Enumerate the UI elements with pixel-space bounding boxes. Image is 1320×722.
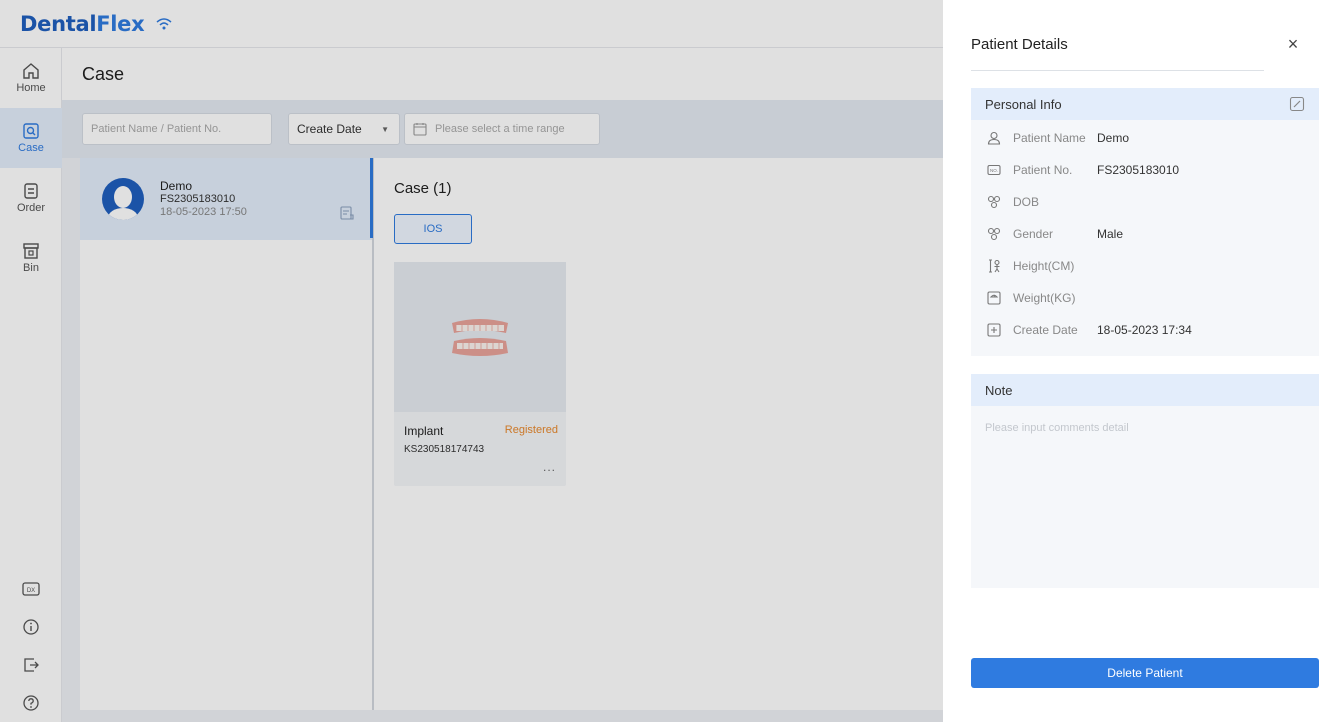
info-row-patient-no: NO. Patient No. FS2305183010 bbox=[971, 154, 1319, 186]
section-title: Personal Info bbox=[985, 96, 1062, 112]
info-row-gender: Gender Male bbox=[971, 218, 1319, 250]
field-value: 18-05-2023 17:34 bbox=[1097, 323, 1192, 337]
weight-icon bbox=[987, 291, 1001, 305]
field-label: Weight(KG) bbox=[1013, 291, 1076, 305]
info-row-dob: DOB bbox=[971, 186, 1319, 218]
dob-icon bbox=[987, 195, 1001, 209]
field-label: Patient Name bbox=[1013, 131, 1086, 145]
info-row-height: Height(CM) bbox=[971, 250, 1319, 282]
note-section: Note Please input comments detail bbox=[971, 374, 1319, 588]
note-header: Note bbox=[971, 374, 1319, 406]
info-row-create-date: Create Date 18-05-2023 17:34 bbox=[971, 314, 1319, 346]
user-icon bbox=[987, 131, 1001, 145]
gender-icon bbox=[987, 227, 1001, 241]
field-label: Gender bbox=[1013, 227, 1054, 241]
note-textarea[interactable]: Please input comments detail bbox=[971, 406, 1319, 588]
personal-info-header: Personal Info bbox=[971, 88, 1319, 120]
field-value: FS2305183010 bbox=[1097, 163, 1180, 177]
info-row-weight: Weight(KG) bbox=[971, 282, 1319, 314]
patient-details-drawer: Patient Details × Personal Info Patient … bbox=[943, 0, 1320, 722]
svg-text:NO.: NO. bbox=[990, 168, 998, 173]
field-label: Patient No. bbox=[1013, 163, 1073, 177]
field-value: Male bbox=[1097, 227, 1124, 241]
field-label: DOB bbox=[1013, 195, 1040, 209]
info-row-patient-name: Patient Name Demo bbox=[971, 122, 1319, 154]
number-icon: NO. bbox=[987, 164, 1001, 176]
drawer-divider bbox=[971, 70, 1264, 71]
personal-info-section: Personal Info Patient Name Demo NO. Pati… bbox=[971, 88, 1319, 356]
edit-icon[interactable] bbox=[1289, 96, 1305, 112]
note-placeholder: Please input comments detail bbox=[985, 422, 1129, 434]
delete-patient-button[interactable]: Delete Patient bbox=[971, 658, 1319, 688]
field-value: Demo bbox=[1097, 131, 1130, 145]
section-title: Note bbox=[985, 382, 1013, 398]
drawer-title: Patient Details bbox=[971, 36, 1068, 53]
height-icon bbox=[989, 259, 1000, 273]
field-label: Height(CM) bbox=[1013, 259, 1075, 273]
close-icon[interactable]: × bbox=[1284, 34, 1302, 55]
calendar-plus-icon bbox=[987, 323, 1001, 337]
field-label: Create Date bbox=[1013, 323, 1078, 337]
